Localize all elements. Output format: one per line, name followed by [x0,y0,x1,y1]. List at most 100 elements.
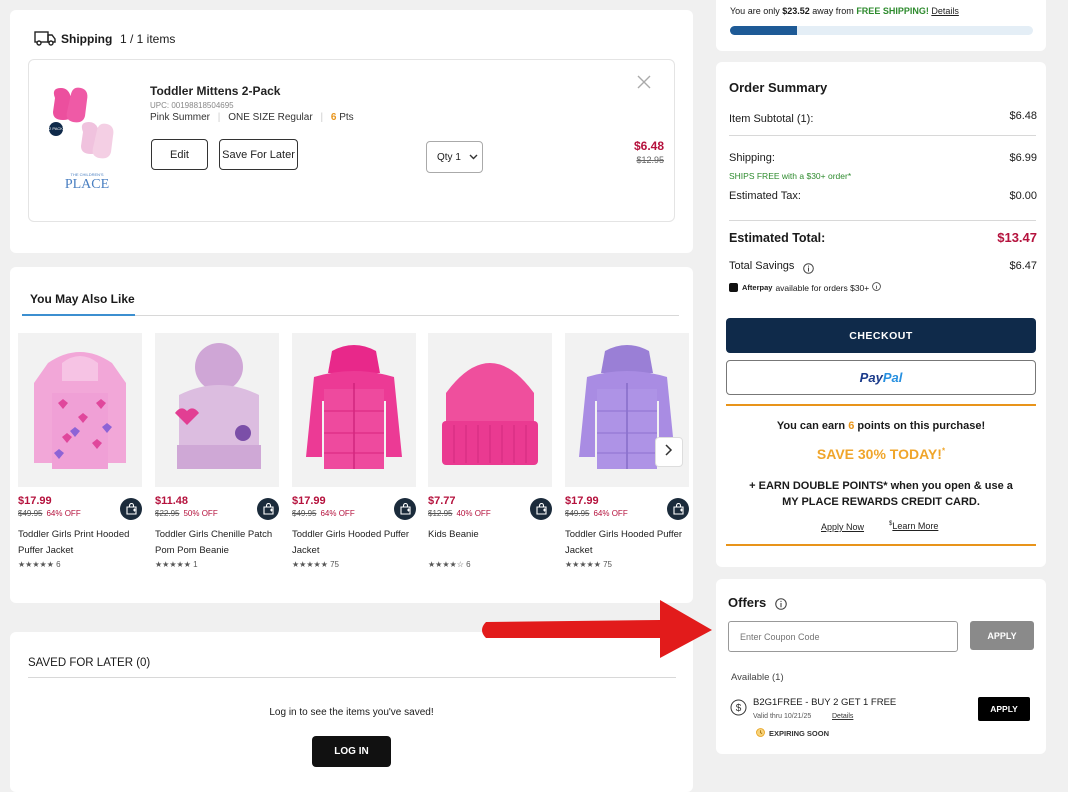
product-image[interactable] [18,333,142,487]
saved-title: SAVED FOR LATER (0) [28,657,151,669]
free-shipping-details-link[interactable]: Details [931,6,959,16]
item-points-number: 6 [330,112,337,123]
cart-item: 2 PACK THE CHILDREN'S PLACE Toddler Mitt… [28,59,675,222]
chevron-down-icon [469,152,478,163]
product-tile[interactable]: $7.77 $12.95 40% OFF Kids Beanie ★★★★☆ 6 [428,333,552,569]
item-attributes: Pink Summer | ONE SIZE Regular | 6 Pts [150,112,354,123]
item-upc: UPC: 00198818504695 [150,101,234,110]
product-tile[interactable]: $11.48 $22.95 50% OFF Toddler Girls Cheni… [155,333,279,569]
product-was-price: $22.95 50% OFF [155,509,218,518]
item-was-price: $12.95 [636,155,664,165]
rewards-bottom-border [726,544,1036,546]
product-rating: ★★★★☆ 6 [428,560,471,569]
double-points-line-1: + EARN DOUBLE POINTS* when you open & us… [749,480,1013,492]
tax-label: Estimated Tax: [729,190,801,202]
carousel-next-button[interactable] [655,437,683,467]
product-name[interactable]: Toddler Girls Print Hooded Puffer Jacket [18,527,142,559]
rewards-top-border [726,404,1036,406]
free-shipping-card: You are only $23.52 away from FREE SHIPP… [716,0,1046,51]
clock-icon [756,728,765,739]
product-tile[interactable]: $17.99 $49.95 64% OFF Toddler Girls Hoode… [292,333,416,569]
shipping-title: Shipping [61,32,113,46]
product-image[interactable] [428,333,552,487]
product-rating: ★★★★★ 75 [292,560,339,569]
product-name[interactable]: Toddler Girls Chenille Patch Pom Pom Bea… [155,527,279,559]
pom-beanie-image [175,343,261,469]
star-rating-icon: ★★★★★ [18,560,54,569]
product-rating: ★★★★★ 1 [155,560,198,569]
add-to-bag-icon[interactable] [530,498,552,520]
product-tile[interactable]: $17.99 $49.95 64% OFF Toddler Girls Print… [18,333,142,569]
shipping-value: $6.99 [1009,152,1037,164]
product-rating: ★★★★★ 6 [18,560,61,569]
product-image[interactable] [292,333,416,487]
coupon-name: B2G1FREE - BUY 2 GET 1 FREE [753,697,897,708]
paypal-button[interactable]: Pay Pal [726,360,1036,395]
checkout-button[interactable]: CHECKOUT [726,318,1036,353]
apply-now-link[interactable]: Apply Now [821,522,864,532]
quantity-select[interactable]: Qty 1 [426,141,483,173]
info-icon[interactable] [803,261,814,279]
total-label: Estimated Total: [729,231,826,245]
product-image[interactable] [155,333,279,487]
attr-divider: | [320,112,324,123]
coupon-code-input[interactable] [728,621,958,652]
kids-beanie-image [442,363,538,465]
red-arrow-annotation [482,600,712,658]
brand-logo: THE CHILDREN'S PLACE [64,172,110,192]
product-image[interactable]: 2 PACK THE CHILDREN'S PLACE [43,80,133,205]
item-name[interactable]: Toddler Mittens 2-Pack [150,84,280,98]
subtotal-label: Item Subtotal (1): [729,113,814,125]
info-icon[interactable] [872,282,882,293]
item-price: $6.48 [633,139,664,153]
puffer-jacket-print-image [34,352,126,469]
tab-underline [22,314,135,316]
apply-offer-button[interactable]: APPLY [978,697,1030,721]
product-name[interactable]: Toddler Girls Hooded Puffer Jacket [565,527,689,559]
tax-value: $0.00 [1009,190,1037,202]
product-was-price: $49.95 64% OFF [292,509,355,518]
coupon-apply-button[interactable]: APPLY [970,621,1034,650]
product-price: $17.99 [18,495,52,507]
savings-label: Total Savings [729,260,795,272]
pink-puffer-jacket-image [306,345,402,469]
tab-you-may-also-like[interactable]: You May Also Like [30,292,135,306]
saved-divider [28,677,676,678]
summary-divider [729,135,1036,136]
product-was-price: $49.95 64% OFF [18,509,81,518]
subtotal-value: $6.48 [1009,110,1037,122]
info-icon[interactable] [775,597,787,615]
product-price: $11.48 [155,495,189,507]
attr-divider: | [217,112,221,123]
product-name[interactable]: Toddler Girls Hooded Puffer Jacket [292,527,416,559]
add-to-bag-icon[interactable] [257,498,279,520]
edit-button[interactable]: Edit [151,139,208,170]
truck-icon [34,30,56,51]
close-icon[interactable] [637,75,651,94]
star-rating-icon: ★★★★☆ [428,560,464,569]
offers-card: Offers APPLY Available (1) $ B2G1FREE - … [716,579,1046,754]
add-to-bag-icon[interactable] [667,498,689,520]
afterpay-note: Afterpay available for orders $30+ [729,282,882,293]
save-for-later-button[interactable]: Save For Later [219,139,298,170]
free-shipping-label: FREE SHIPPING! [856,6,929,16]
learn-more-link[interactable]: Learn More [892,521,938,531]
product-rating: ★★★★★ 75 [565,560,612,569]
login-button[interactable]: LOG IN [312,736,391,767]
savings-value: $6.47 [1009,260,1037,272]
coupon-details-link[interactable]: Details [832,713,853,720]
product-price: $17.99 [565,495,599,507]
free-shipping-amount: $23.52 [782,6,810,16]
add-to-bag-icon[interactable] [394,498,416,520]
item-points-label: Pts [339,112,354,123]
add-to-bag-icon[interactable] [120,498,142,520]
tab-divider [135,315,679,316]
shipping-card: Shipping 1 / 1 items 2 PACK THE CHILDREN… [10,10,693,253]
summary-divider [729,220,1036,221]
product-name[interactable]: Kids Beanie [428,527,552,543]
shipping-count: 1 / 1 items [120,32,176,46]
afterpay-logo-icon [729,283,738,292]
expiring-soon-badge: EXPIRING SOON [756,728,829,739]
pack-badge: 2 PACK [49,122,63,136]
free-shipping-progress-fill [730,26,797,35]
